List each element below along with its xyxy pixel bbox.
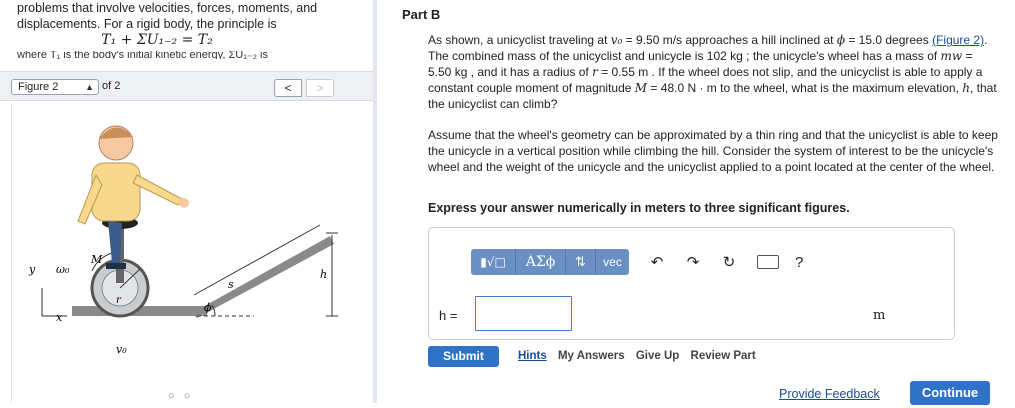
help-button[interactable]: ? bbox=[795, 254, 803, 271]
figure-2-link[interactable]: (Figure 2) bbox=[932, 33, 984, 47]
keyboard-icon[interactable] bbox=[757, 255, 779, 269]
rider-leg bbox=[108, 221, 122, 263]
question-panel: Part B As shown, a unicyclist traveling … bbox=[382, 0, 1015, 405]
review-part-link[interactable]: Review Part bbox=[691, 350, 756, 362]
part-title: Part B bbox=[402, 7, 441, 22]
p1-text-3: = 15.0 degrees bbox=[845, 33, 933, 47]
figure-page-dots[interactable]: ○ ○ bbox=[168, 390, 193, 402]
figure-count: of 2 bbox=[102, 80, 121, 92]
figure-select-value: Figure 2 bbox=[18, 81, 59, 93]
p1-v0: v₀ bbox=[610, 33, 623, 47]
p1-phi: ϕ bbox=[836, 33, 845, 47]
my-answers-link[interactable]: My Answers bbox=[558, 350, 625, 362]
p1-text-7: = 48.0 N · m to the wheel, what is the m… bbox=[647, 81, 963, 95]
figure-image: y x ω₀ M r s h ϕ v₀ bbox=[11, 103, 366, 403]
templates-button[interactable]: ▮√□ bbox=[471, 249, 516, 275]
next-figure-button[interactable]: > bbox=[306, 79, 334, 97]
updown-button[interactable]: ⇅ bbox=[566, 249, 596, 275]
label-omega0: ω₀ bbox=[56, 263, 70, 276]
label-y: y bbox=[28, 263, 36, 276]
answer-label: h = bbox=[439, 308, 458, 323]
left-panel: problems that involve velocities, forces… bbox=[0, 0, 373, 403]
problem-statement: As shown, a unicyclist traveling at v₀ =… bbox=[428, 32, 998, 112]
unicyclist-diagram: y x ω₀ M r s h ϕ v₀ bbox=[28, 125, 338, 356]
p1-h: h bbox=[962, 81, 970, 95]
label-s: s bbox=[228, 278, 234, 291]
label-x: x bbox=[56, 311, 63, 324]
symbols-button[interactable]: ΑΣϕ bbox=[516, 249, 566, 275]
give-up-link[interactable]: Give Up bbox=[636, 350, 679, 362]
reset-icon[interactable]: ↻ bbox=[721, 253, 737, 271]
label-h: h bbox=[320, 268, 327, 281]
answer-unit: m bbox=[873, 308, 886, 323]
rider-hand bbox=[179, 198, 189, 208]
p1-mw: mw bbox=[940, 49, 963, 63]
undo-icon[interactable]: ↶ bbox=[649, 253, 665, 271]
work-energy-equation: T₁ + ΣU₁₋₂ = T₂ bbox=[101, 32, 213, 48]
intro-text: problems that involve velocities, forces… bbox=[17, 0, 367, 59]
rider-foot bbox=[106, 263, 126, 269]
panel-divider bbox=[373, 0, 377, 403]
intro-line-1: problems that involve velocities, forces… bbox=[17, 1, 318, 15]
answer-instruction: Express your answer numerically in meter… bbox=[428, 201, 850, 215]
math-toolbar: ▮√□ ΑΣϕ ⇅ vec ↶ ↷ ↻ ? bbox=[471, 249, 803, 275]
label-v0: v₀ bbox=[116, 343, 127, 356]
intro-line-2: displacements. For a rigid body, the pri… bbox=[17, 17, 277, 31]
submit-button[interactable]: Submit bbox=[428, 346, 499, 367]
hints-link[interactable]: Hints bbox=[518, 350, 547, 362]
p1-M: M bbox=[634, 81, 648, 95]
hill-incline bbox=[192, 236, 334, 318]
vec-button[interactable]: vec bbox=[596, 249, 629, 275]
figure-nav-bar: Figure 2 ▲ of 2 < > bbox=[0, 71, 373, 101]
answer-actions: Hints My Answers Give Up Review Part bbox=[518, 350, 764, 362]
assumption-text: Assume that the wheel's geometry can be … bbox=[428, 128, 998, 174]
p1-text-2: = 9.50 m/s approaches a hill inclined at bbox=[622, 33, 837, 47]
prev-figure-button[interactable]: < bbox=[274, 79, 302, 97]
intro-cut-line: where T₁ is the body's initial kinetic e… bbox=[17, 51, 268, 59]
redo-icon[interactable]: ↷ bbox=[685, 253, 701, 271]
toolbar-button-group: ▮√□ ΑΣϕ ⇅ vec bbox=[471, 249, 629, 275]
provide-feedback-link[interactable]: Provide Feedback bbox=[779, 387, 880, 401]
answer-box: ▮√□ ΑΣϕ ⇅ vec ↶ ↷ ↻ ? h = m bbox=[428, 227, 955, 340]
p1-text-1: As shown, a unicyclist traveling at bbox=[428, 33, 611, 47]
label-phi: ϕ bbox=[204, 301, 212, 314]
answer-input[interactable] bbox=[475, 296, 572, 331]
continue-button[interactable]: Continue bbox=[910, 381, 990, 405]
figure-select[interactable]: Figure 2 ▲ bbox=[11, 79, 99, 95]
select-arrows-icon: ▲ bbox=[85, 82, 94, 92]
label-moment: M bbox=[90, 253, 103, 266]
